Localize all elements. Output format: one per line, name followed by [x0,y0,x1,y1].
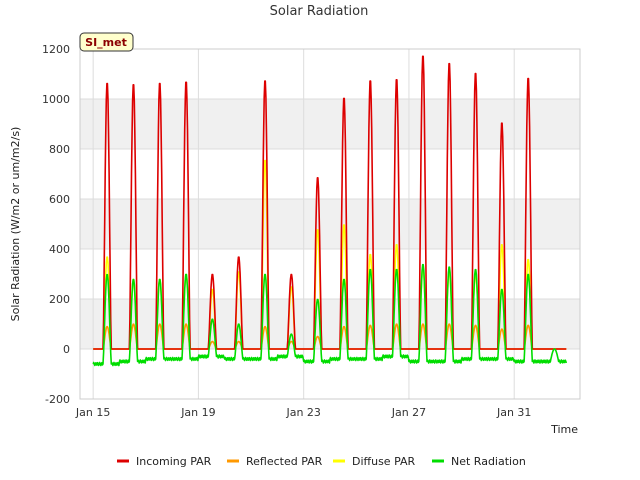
x-tick-label: Jan 15 [75,406,110,419]
chart-title: Solar Radiation [270,4,369,19]
y-tick-label: 0 [63,343,70,356]
x-axis-title: Time [550,423,578,436]
y-axis-title: Solar Radiation (W/m2 or um/m2/s) [9,127,22,322]
y-tick-label: 600 [49,193,70,206]
solar-radiation-chart: Solar Radiation -200 0 200 400 600 800 1000 120… [9,4,581,468]
station-label-box: SI_met [79,32,134,52]
y-tick-label: -200 [45,393,70,406]
station-label: SI_met [85,36,127,49]
x-tick-label: Jan 27 [391,406,426,419]
legend-label: Diffuse PAR [352,455,416,468]
y-tick-label: 1000 [42,93,70,106]
legend-label: Net Radiation [451,455,526,468]
y-tick-label: 200 [49,293,70,306]
legend: Incoming PAR Reflected PAR Diffuse PAR Net … [117,455,526,468]
x-tick-label: Jan 31 [496,406,531,419]
x-tick-label: Jan 19 [180,406,215,419]
plot-band [80,99,580,149]
legend-label: Incoming PAR [136,455,212,468]
legend-label: Reflected PAR [246,455,323,468]
y-tick-label: 1200 [42,43,70,56]
y-tick-label: 800 [49,143,70,156]
x-tick-label: Jan 23 [285,406,320,419]
y-tick-label: 400 [49,243,70,256]
